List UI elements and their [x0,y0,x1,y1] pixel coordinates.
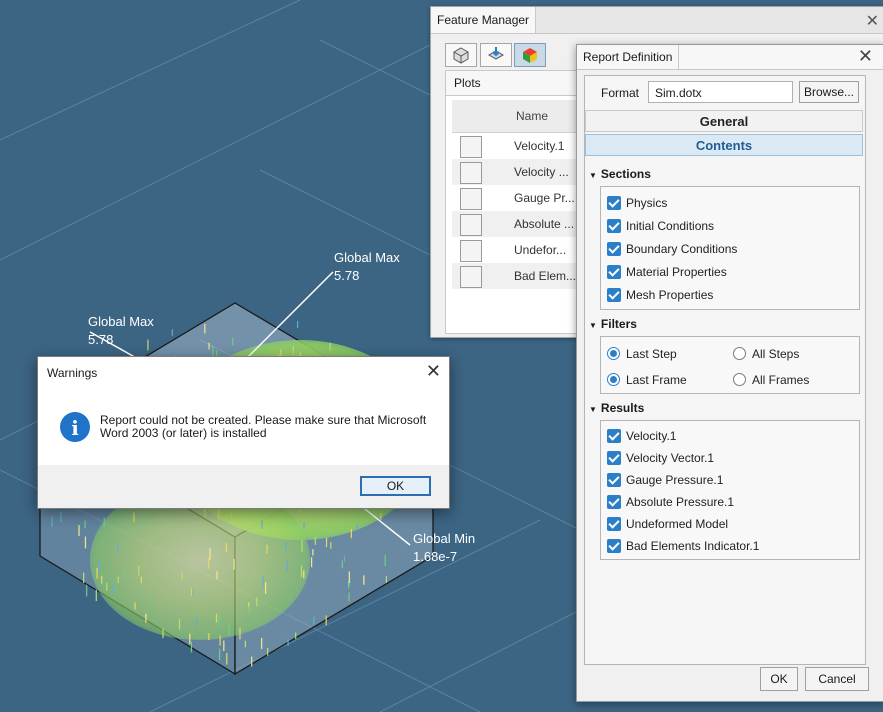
collapse-triangle-icon: ▼ [589,405,597,414]
format-label: Format [601,86,640,100]
table-row[interactable]: Absolute ... [452,211,586,237]
plots-tab[interactable]: Plots [446,71,586,96]
warnings-dialog: Warnings ✕ i Report could not be created… [37,356,450,509]
report-definition-title: Report Definition [583,45,680,69]
warnings-dialog-footer: OK [38,465,449,508]
sections-header-label: Sections [600,167,651,181]
radio-empty-icon [733,373,746,386]
results-header[interactable]: ▼ Results [589,401,644,415]
browse-button[interactable]: Browse... [799,81,859,103]
contour-plot-icon [460,214,482,236]
global-max-label-1: Global Max 5.78 [334,250,400,283]
plot-label: Velocity ... [514,165,569,179]
table-row[interactable]: Velocity.1 [452,133,586,159]
table-row[interactable]: Velocity ... [452,159,586,185]
contour-plot-icon [460,188,482,210]
checkbox-label: Material Properties [626,265,727,279]
checkbox-label: Velocity Vector.1 [626,451,715,465]
checkbox-label: Gauge Pressure.1 [626,473,724,487]
sections-group: Physics Initial Conditions Boundary Cond… [600,186,860,310]
warnings-dialog-title: Warnings [47,366,98,380]
checkbox-checked-icon [607,196,621,210]
cancel-button[interactable]: Cancel [805,667,869,691]
plots-table-header: Name [452,100,586,133]
feature-manager-tab[interactable]: Feature Manager [431,7,537,33]
simulation-button[interactable] [514,43,546,67]
radio-label: All Steps [752,347,800,361]
checkbox-label: Physics [626,196,668,210]
checkbox-label: Velocity.1 [626,429,677,443]
checkbox-checked-icon [607,539,621,553]
report-definition-window: Report Definition ✕ Format Sim.dotx Brow… [576,44,883,702]
radio-empty-icon [733,347,746,360]
collapse-triangle-icon: ▼ [589,171,597,180]
table-row[interactable]: Undefor... [452,237,586,263]
checkbox-checked-icon [607,451,621,465]
radio-last-step[interactable]: Last Step [607,346,727,364]
radio-selected-icon [607,373,620,386]
radio-label: Last Frame [626,373,687,387]
checkbox-label: Bad Elements Indicator.1 [626,539,760,553]
checkbox-checked-icon [607,473,621,487]
radio-label: Last Step [626,347,677,361]
table-row[interactable]: Gauge Pr... [452,185,586,211]
part-button[interactable] [445,43,477,67]
collapse-triangle-icon: ▼ [589,321,597,330]
plot-label: Absolute ... [514,217,575,231]
vector-plot-icon [460,162,482,184]
global-max-label-2: Global Max 5.78 [88,314,154,347]
checkbox-label: Initial Conditions [626,219,715,233]
contour-plot-icon [460,266,482,288]
ok-button[interactable]: OK [760,667,798,691]
radio-selected-icon [607,347,620,360]
close-icon[interactable]: ✕ [866,11,879,31]
warning-message: Report could not be created. Please make… [100,413,427,440]
import-icon [487,47,505,60]
filters-header[interactable]: ▼ Filters [589,317,637,331]
contour-plot-icon [460,136,482,158]
radio-all-frames[interactable]: All Frames [733,372,853,390]
checkbox-checked-icon [607,517,621,531]
plots-panel: Plots Name Velocity.1 Velocity ... Gauge… [445,70,587,334]
contents-section-bar[interactable]: Contents [585,134,863,156]
sections-header[interactable]: ▼ Sections [589,167,651,181]
filters-group: Last Step All Steps Last Frame All Frame… [600,336,860,394]
checkbox-checked-icon [607,265,621,279]
checkbox-checked-icon [607,429,621,443]
close-icon[interactable]: ✕ [426,361,441,382]
plot-label: Bad Elem... [514,269,577,283]
table-row[interactable]: Bad Elem... [452,263,586,289]
info-icon: i [60,412,90,442]
radio-last-frame[interactable]: Last Frame [607,372,727,390]
checkbox-checked-icon [607,288,621,302]
checkbox-label: Boundary Conditions [626,242,738,256]
feature-manager-tabbar: Feature Manager ✕ [431,7,883,34]
plot-label: Gauge Pr... [514,191,575,205]
contour-plot-icon [460,240,482,262]
format-input[interactable]: Sim.dotx [648,81,793,103]
radio-label: All Frames [752,373,810,387]
filters-header-label: Filters [600,317,637,331]
general-section-bar[interactable]: General [585,110,863,132]
checkbox-label: Undeformed Model [626,517,729,531]
simulation-icon [523,48,537,63]
report-definition-titlebar: Report Definition [577,45,883,70]
radio-all-steps[interactable]: All Steps [733,346,853,364]
checkbox-checked-icon [607,219,621,233]
results-header-label: Results [600,401,645,415]
ok-button[interactable]: OK [360,476,431,496]
checkbox-checked-icon [607,242,621,256]
part-icon [453,47,469,64]
plot-label: Undefor... [514,243,567,257]
checkbox-checked-icon [607,495,621,509]
import-button[interactable] [480,43,512,67]
checkbox-label: Mesh Properties [626,288,714,302]
report-definition-body: Format Sim.dotx Browse... General Conten… [584,75,866,665]
results-group: Velocity.1 Velocity Vector.1 Gauge Press… [600,420,860,560]
plot-label: Velocity.1 [514,139,565,153]
checkbox-label: Absolute Pressure.1 [626,495,735,509]
close-icon[interactable]: ✕ [858,46,873,67]
global-min-label: Global Min 1.68e-7 [413,531,476,564]
name-column-header[interactable]: Name [516,109,548,123]
